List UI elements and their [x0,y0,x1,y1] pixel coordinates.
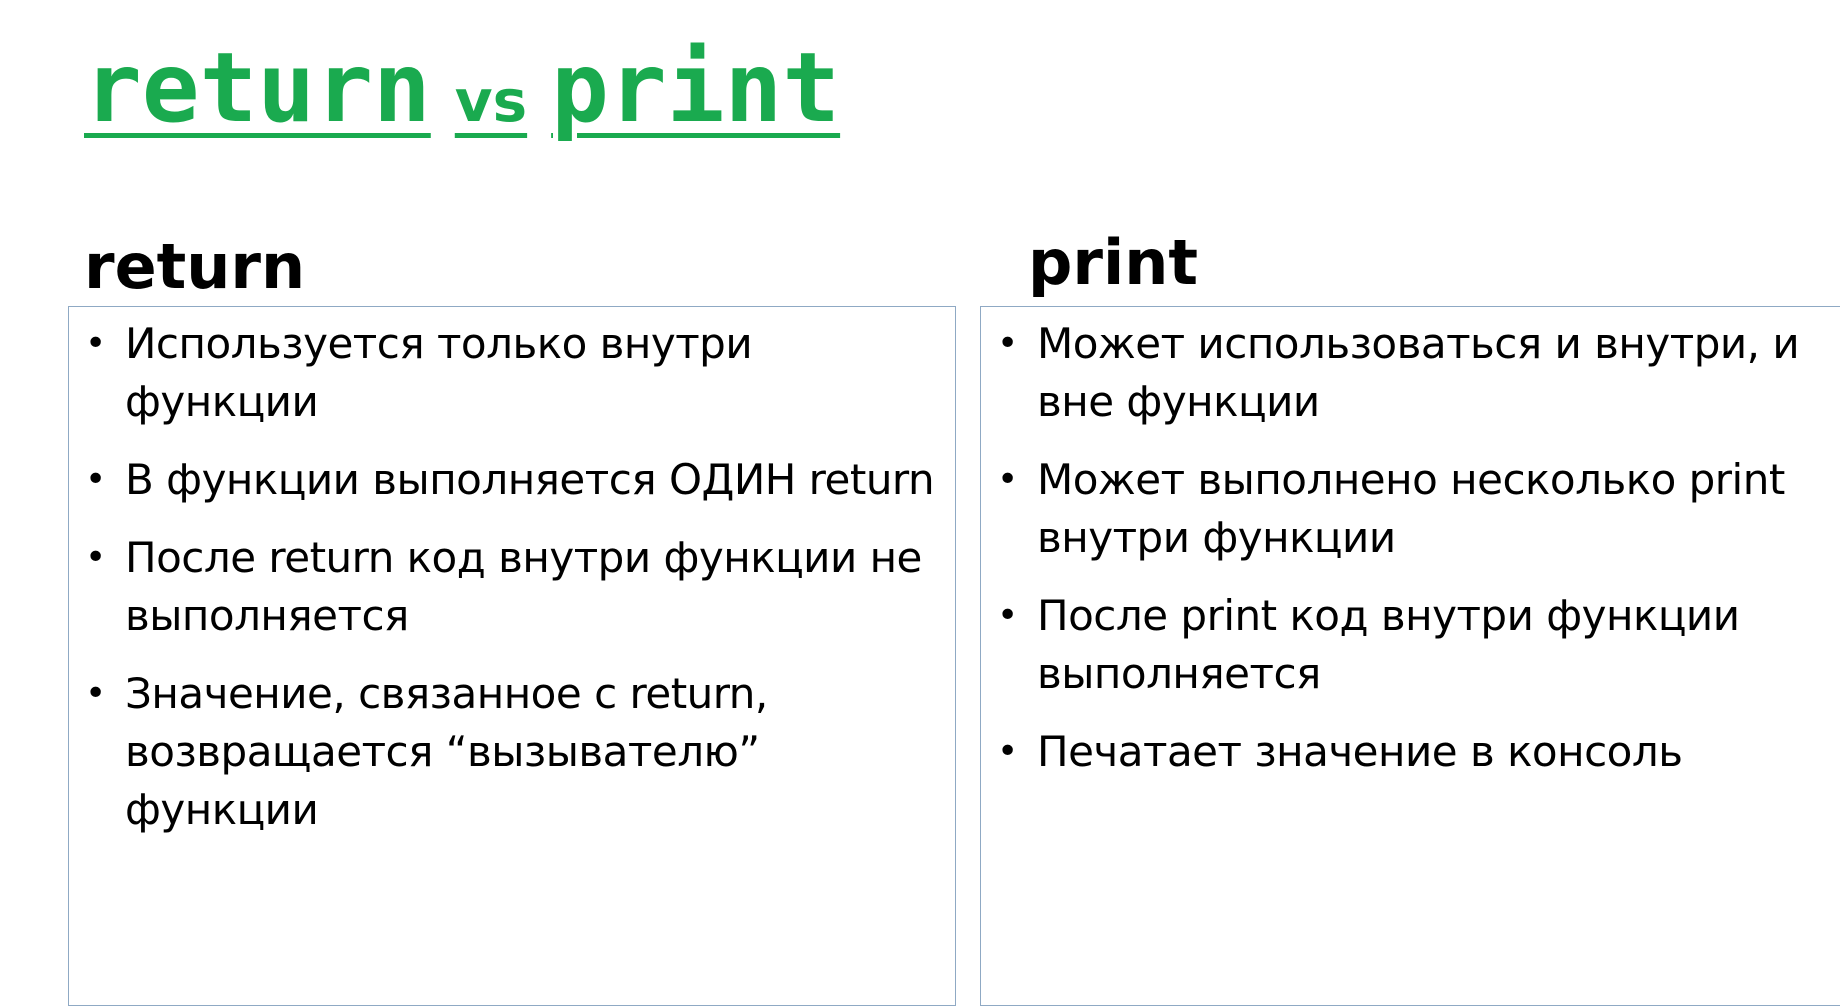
list-item-text: Может выполнено несколько print внутри ф… [1037,455,1785,562]
return-column-heading: return [84,230,306,303]
print-points-list: • Может использоваться и внутри, и вне фу… [981,315,1840,781]
list-item: • После print код внутри функции выполняе… [981,587,1840,703]
print-column-heading: print [1028,226,1198,299]
bullet-icon: • [85,459,106,500]
bullet-icon: • [85,537,106,578]
list-item-text: Используется только внутри функции [125,319,753,426]
list-item-text: В функции выполняется ОДИН return [125,455,935,504]
return-points-box: • Используется только внутри функции • В ф… [68,306,956,1006]
bullet-icon: • [85,323,106,364]
list-item-text: После return код внутри функции не выпол… [125,533,922,640]
list-item: • Значение, связанное с return, возвращае… [69,665,955,839]
list-item-text: Может использоваться и внутри, и вне фун… [1037,319,1800,426]
list-item: • Печатает значение в консоль [981,723,1840,781]
bullet-icon: • [997,595,1018,636]
list-item-text: Печатает значение в консоль [1037,727,1683,776]
list-item: • Может использоваться и внутри, и вне фу… [981,315,1840,431]
print-points-box: • Может использоваться и внутри, и вне фу… [980,306,1840,1006]
bullet-icon: • [997,459,1018,500]
list-item: • После return код внутри функции не выпо… [69,529,955,645]
list-item-text: После print код внутри функции выполняет… [1037,591,1740,698]
bullet-icon: • [997,323,1018,364]
list-item: • В функции выполняется ОДИН return [69,451,955,509]
slide-title-print: print [551,32,841,144]
bullet-icon: • [997,731,1018,772]
slide-title: return vs print [84,40,840,136]
bullet-icon: • [85,673,106,714]
return-points-list: • Используется только внутри функции • В ф… [69,315,955,839]
slide-title-vs: vs [454,67,528,135]
slide-title-return: return [84,32,431,144]
list-item: • Может выполнено несколько print внутри … [981,451,1840,567]
list-item: • Используется только внутри функции [69,315,955,431]
list-item-text: Значение, связанное с return, возвращает… [125,669,768,834]
